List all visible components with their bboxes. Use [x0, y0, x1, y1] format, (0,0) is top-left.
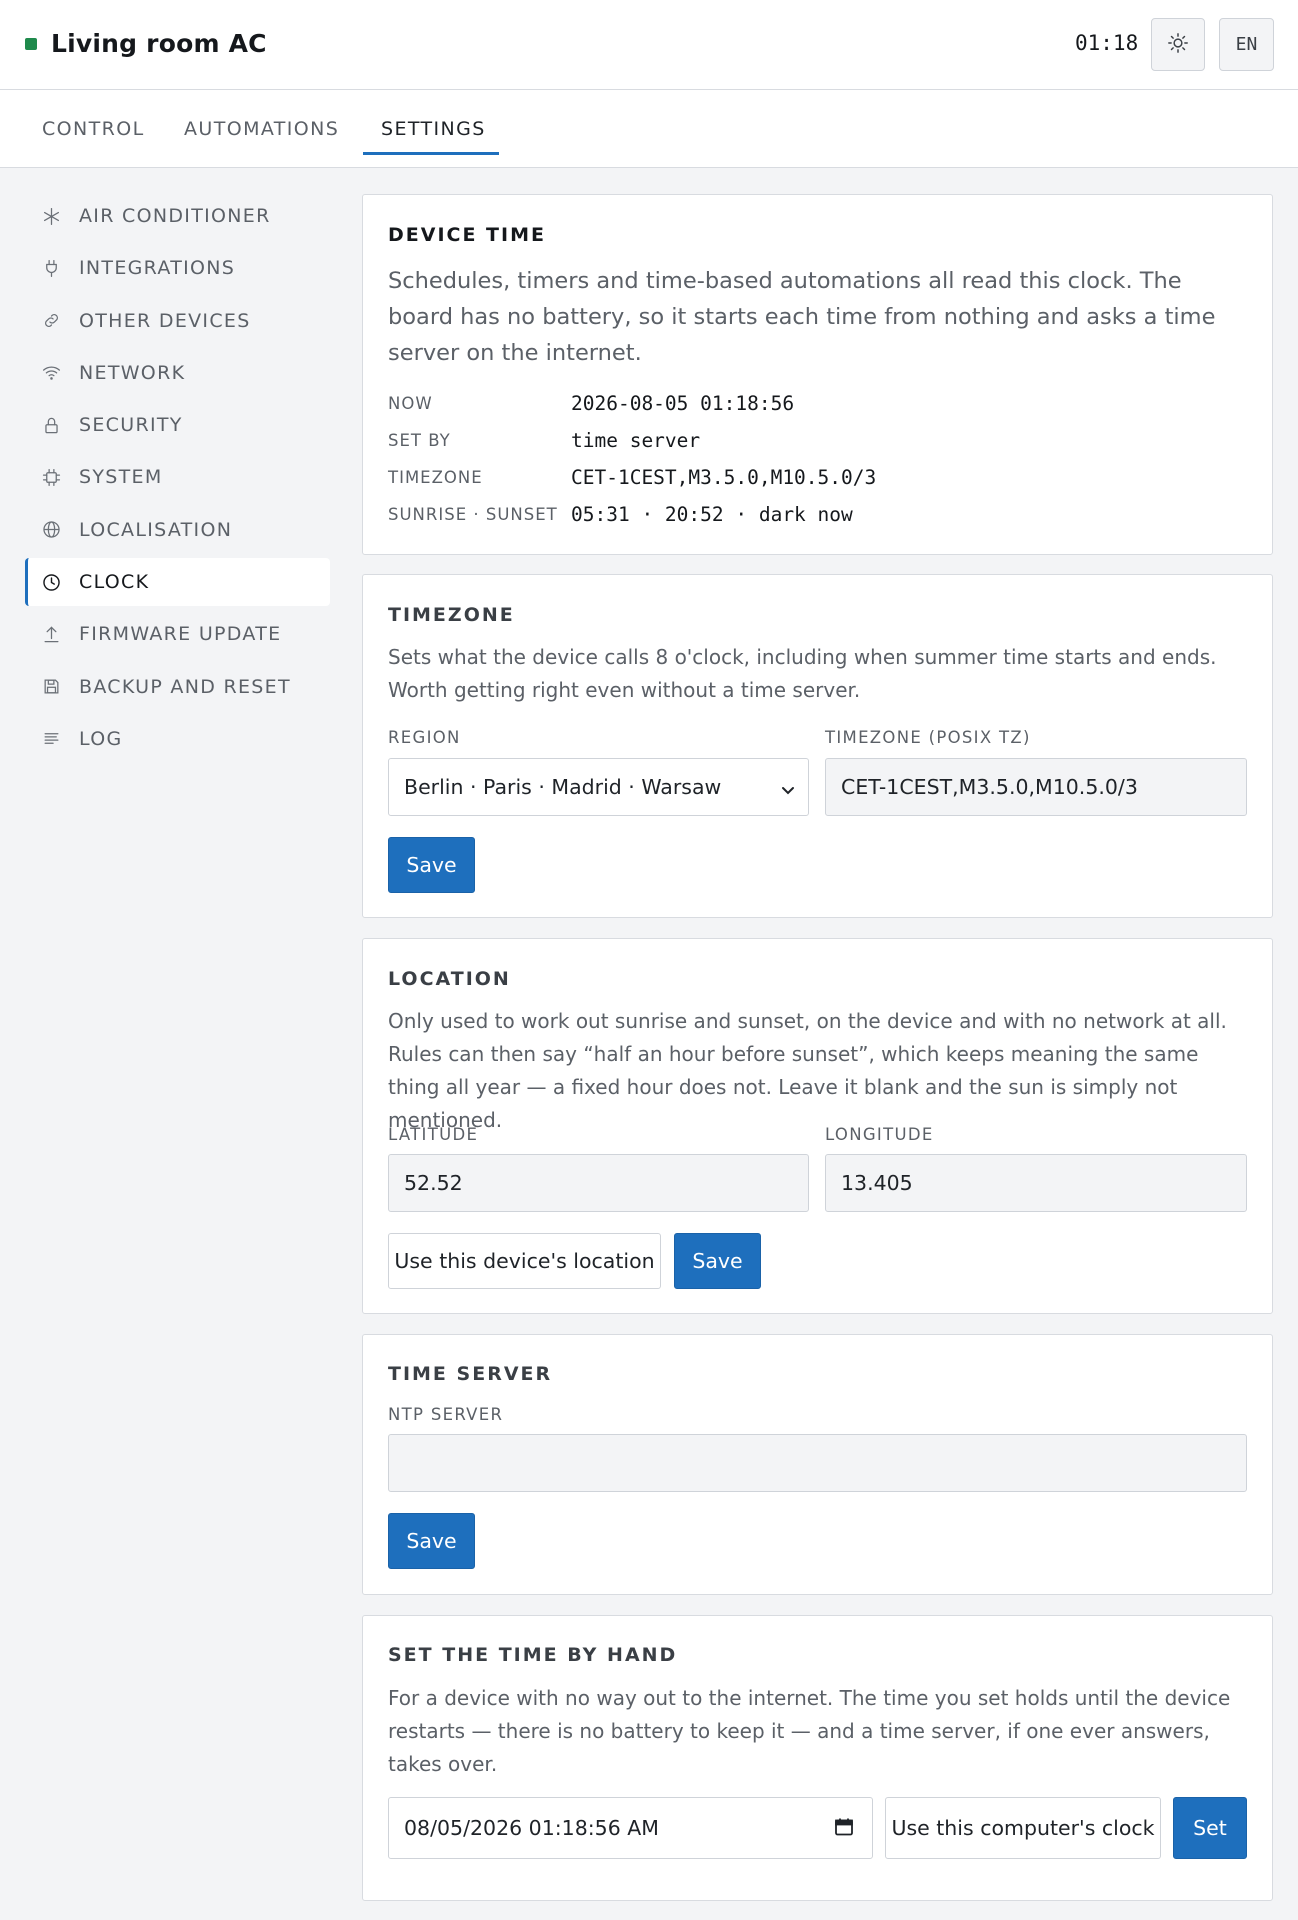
sidebar-item-label: NETWORK	[79, 361, 186, 384]
datetime-input[interactable]: 08/05/2026 01:18:56 AM	[388, 1797, 873, 1859]
clock-icon	[42, 573, 61, 592]
calendar-icon[interactable]	[834, 1817, 854, 1837]
sidebar-item-label: SECURITY	[79, 414, 183, 437]
location-save-button[interactable]: Save	[674, 1233, 761, 1289]
longitude-input[interactable]: 13.405	[825, 1154, 1247, 1212]
sidebar-item-label: LOCALISATION	[79, 518, 233, 541]
region-label: REGION	[388, 728, 461, 747]
tab-bar: CONTROL AUTOMATIONS SETTINGS	[0, 90, 1298, 168]
sidebar-item-label: SYSTEM	[79, 466, 163, 489]
sidebar-item-label: INTEGRATIONS	[79, 257, 236, 280]
card-title: LOCATION	[388, 968, 511, 990]
latitude-input[interactable]: 52.52	[388, 1154, 809, 1212]
timezone-label: TIMEZONE	[388, 468, 483, 487]
chip-icon	[42, 468, 61, 487]
theme-toggle-button[interactable]	[1151, 18, 1205, 71]
sidebar-item-label: FIRMWARE UPDATE	[79, 623, 282, 646]
time-server-card: TIME SERVER NTP SERVER Save	[362, 1334, 1273, 1595]
tab-control[interactable]: CONTROL	[42, 118, 145, 140]
sidebar-item-backup-and-reset[interactable]: BACKUP AND RESET	[25, 663, 330, 711]
set-by-value: time server	[571, 429, 701, 452]
set-by-label: SET BY	[388, 431, 451, 450]
chevron-down-icon	[780, 779, 796, 795]
globe-icon	[42, 520, 61, 539]
datetime-value: 08/05/2026 01:18:56 AM	[404, 1816, 659, 1840]
manual-time-card: SET THE TIME BY HAND For a device with n…	[362, 1615, 1273, 1901]
sidebar-item-label: LOG	[79, 727, 123, 750]
sunrise-sunset-value: 05:31 · 20:52 · dark now	[571, 503, 853, 526]
sidebar-item-air-conditioner[interactable]: AIR CONDITIONER	[25, 192, 330, 240]
device-time-card: DEVICE TIME Schedules, timers and time-b…	[362, 194, 1273, 555]
card-description: Schedules, timers and time-based automat…	[388, 268, 1216, 366]
header-clock: 01:18	[1075, 31, 1139, 55]
sidebar-item-label: CLOCK	[79, 571, 150, 594]
card-title: TIME SERVER	[388, 1363, 553, 1385]
sunrise-sunset-label: SUNRISE · SUNSET	[388, 505, 558, 524]
time-server-save-button[interactable]: Save	[388, 1513, 475, 1569]
sidebar-item-label: BACKUP AND RESET	[79, 675, 291, 698]
region-select[interactable]: Berlin · Paris · Madrid · Warsaw	[388, 758, 809, 816]
sidebar-item-network[interactable]: NETWORK	[25, 349, 330, 397]
sidebar-item-log[interactable]: LOG	[25, 715, 330, 763]
use-device-location-button[interactable]: Use this device's location	[388, 1233, 661, 1289]
upload-icon	[42, 625, 61, 644]
now-value: 2026-08-05 01:18:56	[571, 392, 795, 415]
sun-icon	[1167, 32, 1189, 58]
longitude-label: LONGITUDE	[825, 1125, 934, 1144]
status-indicator	[25, 37, 37, 50]
ntp-server-input[interactable]	[388, 1434, 1247, 1492]
sidebar-item-integrations[interactable]: INTEGRATIONS	[25, 244, 330, 292]
card-description: Sets what the device calls 8 o'clock, in…	[388, 645, 1217, 702]
list-icon	[42, 729, 61, 748]
sidebar-item-localisation[interactable]: LOCALISATION	[25, 506, 330, 554]
sidebar-item-label: OTHER DEVICES	[79, 309, 251, 332]
posix-tz-input[interactable]: CET-1CEST,M3.5.0,M10.5.0/3	[825, 758, 1247, 816]
device-title: Living room AC	[51, 29, 267, 58]
card-title: SET THE TIME BY HAND	[388, 1644, 678, 1666]
sidebar-item-firmware-update[interactable]: FIRMWARE UPDATE	[25, 610, 330, 658]
snowflake-icon	[42, 207, 61, 226]
sidebar-item-other-devices[interactable]: OTHER DEVICES	[25, 297, 330, 345]
set-time-button[interactable]: Set	[1173, 1797, 1247, 1859]
active-tab-indicator	[363, 152, 499, 155]
link-icon	[42, 311, 61, 330]
settings-sidebar: AIR CONDITIONER INTEGRATIONS OTHER DEVIC…	[25, 192, 330, 767]
language-button[interactable]: EN	[1219, 18, 1274, 71]
timezone-value: CET-1CEST,M3.5.0,M10.5.0/3	[571, 466, 877, 489]
use-computer-clock-button[interactable]: Use this computer's clock	[885, 1797, 1161, 1859]
lock-icon	[42, 416, 61, 435]
sidebar-item-clock[interactable]: CLOCK	[25, 558, 330, 607]
card-description: For a device with no way out to the inte…	[388, 1686, 1231, 1776]
location-card: LOCATION Only used to work out sunrise a…	[362, 938, 1273, 1314]
plug-icon	[42, 259, 61, 278]
card-title: TIMEZONE	[388, 604, 515, 626]
latitude-label: LATITUDE	[388, 1125, 479, 1144]
tab-settings[interactable]: SETTINGS	[381, 118, 486, 140]
now-label: NOW	[388, 394, 433, 413]
ntp-server-label: NTP SERVER	[388, 1405, 504, 1424]
sidebar-item-system[interactable]: SYSTEM	[25, 453, 330, 501]
card-description: Only used to work out sunrise and sunset…	[388, 1009, 1227, 1132]
tab-automations[interactable]: AUTOMATIONS	[184, 118, 339, 140]
top-bar: Living room AC 01:18 EN	[0, 0, 1298, 90]
timezone-card: TIMEZONE Sets what the device calls 8 o'…	[362, 574, 1273, 918]
save-icon	[42, 677, 61, 696]
card-title: DEVICE TIME	[388, 224, 546, 246]
brand: Living room AC	[25, 29, 267, 58]
wifi-icon	[42, 363, 61, 382]
sidebar-item-label: AIR CONDITIONER	[79, 205, 271, 227]
timezone-save-button[interactable]: Save	[388, 837, 475, 893]
sidebar-item-security[interactable]: SECURITY	[25, 401, 330, 449]
region-select-value: Berlin · Paris · Madrid · Warsaw	[404, 775, 722, 799]
posix-tz-label: TIMEZONE (POSIX TZ)	[825, 728, 1031, 747]
